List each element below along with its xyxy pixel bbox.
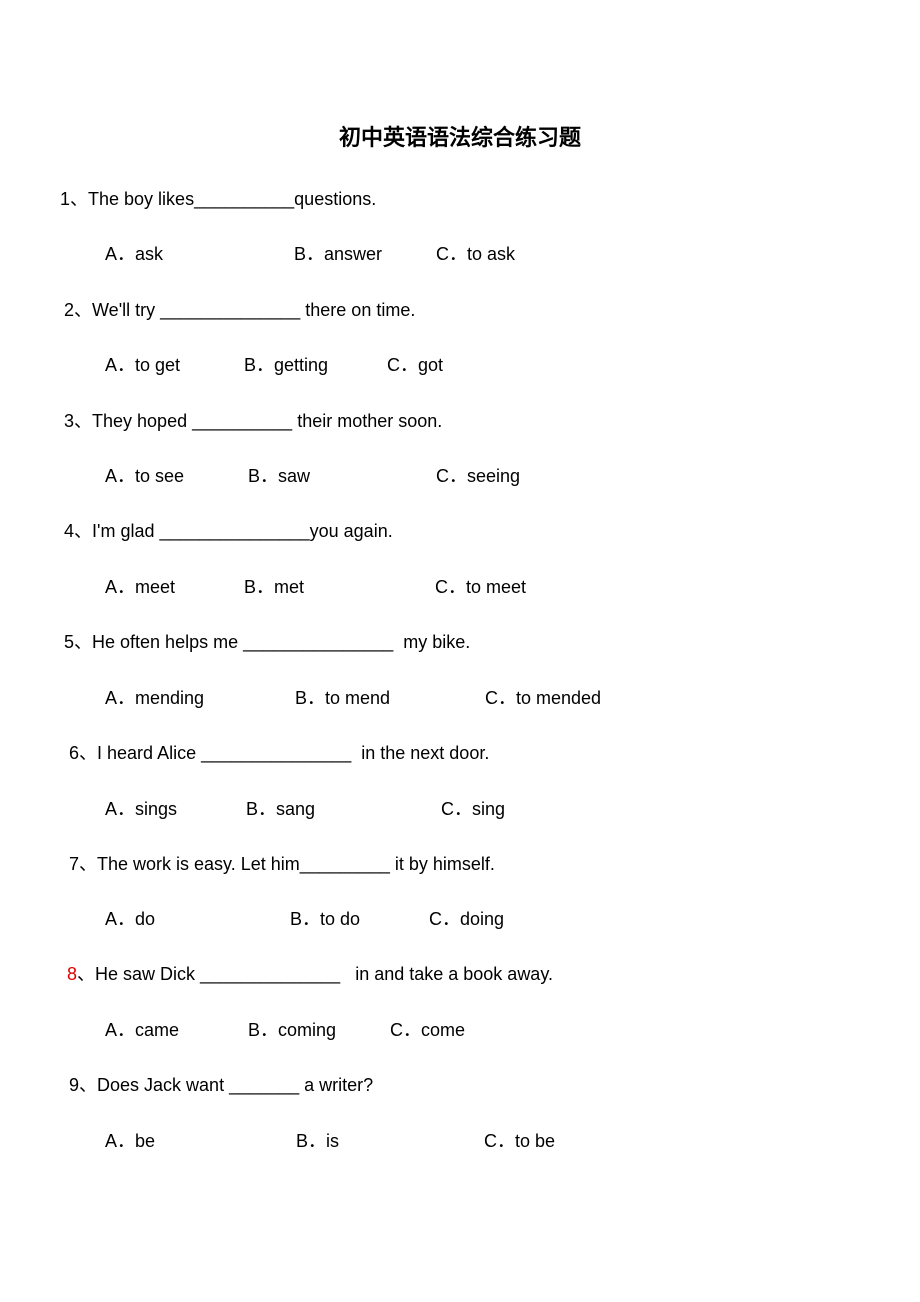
- question-text: Does Jack want _______ a writer?: [97, 1075, 374, 1095]
- option-c[interactable]: C．come: [390, 1019, 465, 1041]
- question-5: 5、He often helps me _______________ my b…: [64, 632, 471, 652]
- option-c[interactable]: C．to mended: [485, 687, 601, 709]
- question-number: 5: [64, 632, 75, 652]
- option-c[interactable]: C．seeing: [436, 465, 520, 487]
- question-9: 9、Does Jack want _______ a writer?: [69, 1075, 374, 1095]
- question-text: I'm glad _______________you again.: [92, 521, 393, 541]
- option-b[interactable]: B．sang: [246, 798, 315, 820]
- option-a[interactable]: A．to get: [105, 354, 180, 376]
- question-number: 9: [69, 1075, 80, 1095]
- option-c[interactable]: C．sing: [441, 798, 505, 820]
- option-a[interactable]: A．came: [105, 1019, 179, 1041]
- option-c[interactable]: C．got: [387, 354, 443, 376]
- option-c[interactable]: C．to be: [484, 1130, 555, 1152]
- option-c[interactable]: C．to meet: [435, 576, 526, 598]
- page-title: 初中英语语法综合练习题: [338, 125, 581, 151]
- question-text: He often helps me _______________ my bik…: [92, 632, 471, 652]
- option-b[interactable]: B．getting: [244, 354, 328, 376]
- option-a[interactable]: A．ask: [105, 243, 163, 265]
- option-b[interactable]: B．coming: [248, 1019, 336, 1041]
- option-b[interactable]: B．is: [296, 1130, 339, 1152]
- option-b[interactable]: B．saw: [248, 465, 310, 487]
- option-a[interactable]: A．meet: [105, 576, 175, 598]
- option-c[interactable]: C．to ask: [436, 243, 515, 265]
- option-a[interactable]: A．sings: [105, 798, 177, 820]
- option-a[interactable]: A．to see: [105, 465, 184, 487]
- question-number: 1: [60, 189, 71, 209]
- question-text: He saw Dick ______________ in and take a…: [95, 964, 553, 984]
- question-4: 4、I'm glad _______________you again.: [64, 521, 393, 541]
- option-c[interactable]: C．doing: [429, 908, 504, 930]
- option-b[interactable]: B．answer: [294, 243, 382, 265]
- question-number-highlighted: 8: [67, 964, 78, 984]
- question-number: 7: [69, 854, 80, 874]
- question-text: The work is easy. Let him_________ it by…: [97, 854, 495, 874]
- question-number: 4: [64, 521, 75, 541]
- question-text: The boy likes__________questions.: [88, 189, 377, 209]
- question-number: 3: [64, 411, 75, 431]
- question-number: 6: [69, 743, 80, 763]
- option-b[interactable]: B．met: [244, 576, 304, 598]
- question-6: 6、I heard Alice _______________ in the n…: [69, 743, 490, 763]
- option-b[interactable]: B．to mend: [295, 687, 390, 709]
- question-2: 2、We'll try ______________ there on time…: [64, 300, 416, 320]
- question-1: 1、The boy likes__________questions.: [60, 189, 377, 209]
- option-a[interactable]: A．be: [105, 1130, 155, 1152]
- question-number: 2: [64, 300, 75, 320]
- option-a[interactable]: A．mending: [105, 687, 204, 709]
- question-text: We'll try ______________ there on time.: [92, 300, 416, 320]
- option-a[interactable]: A．do: [105, 908, 155, 930]
- question-7: 7、The work is easy. Let him_________ it …: [69, 854, 495, 874]
- question-8: 8、He saw Dick ______________ in and take…: [67, 964, 553, 984]
- question-3: 3、They hoped __________ their mother soo…: [64, 411, 443, 431]
- option-b[interactable]: B．to do: [290, 908, 360, 930]
- question-text: They hoped __________ their mother soon.: [92, 411, 443, 431]
- question-text: I heard Alice _______________ in the nex…: [97, 743, 490, 763]
